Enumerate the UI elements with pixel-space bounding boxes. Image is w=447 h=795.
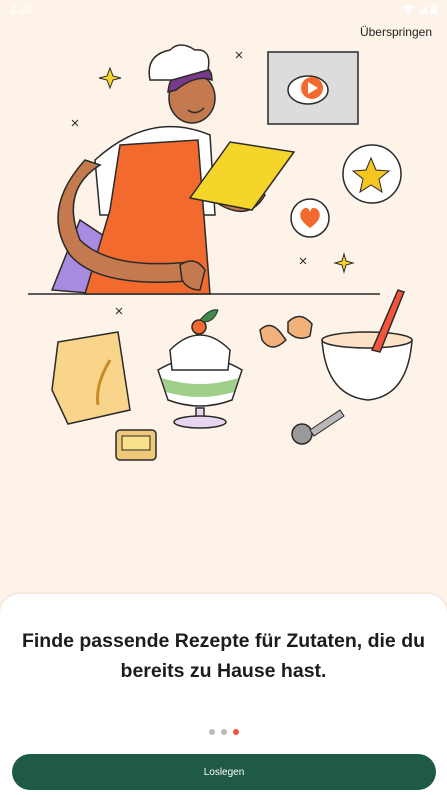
onboarding-illustration [28, 44, 413, 461]
battery-icon [431, 4, 437, 14]
page-dot-active [232, 729, 239, 735]
status-icons [403, 4, 437, 14]
get-started-button[interactable]: Loslegen [12, 754, 436, 790]
skip-button[interactable]: Überspringen [360, 25, 432, 39]
page-indicator [0, 729, 447, 735]
page-dot [220, 729, 227, 735]
status-time: 2:22 [10, 2, 34, 16]
wifi-icon [403, 4, 414, 14]
signal-icon [418, 4, 427, 14]
page-dot [208, 729, 215, 735]
status-bar: 2:22 [0, 0, 447, 18]
onboarding-headline: Finde passende Rezepte für Zutaten, die … [21, 630, 426, 682]
